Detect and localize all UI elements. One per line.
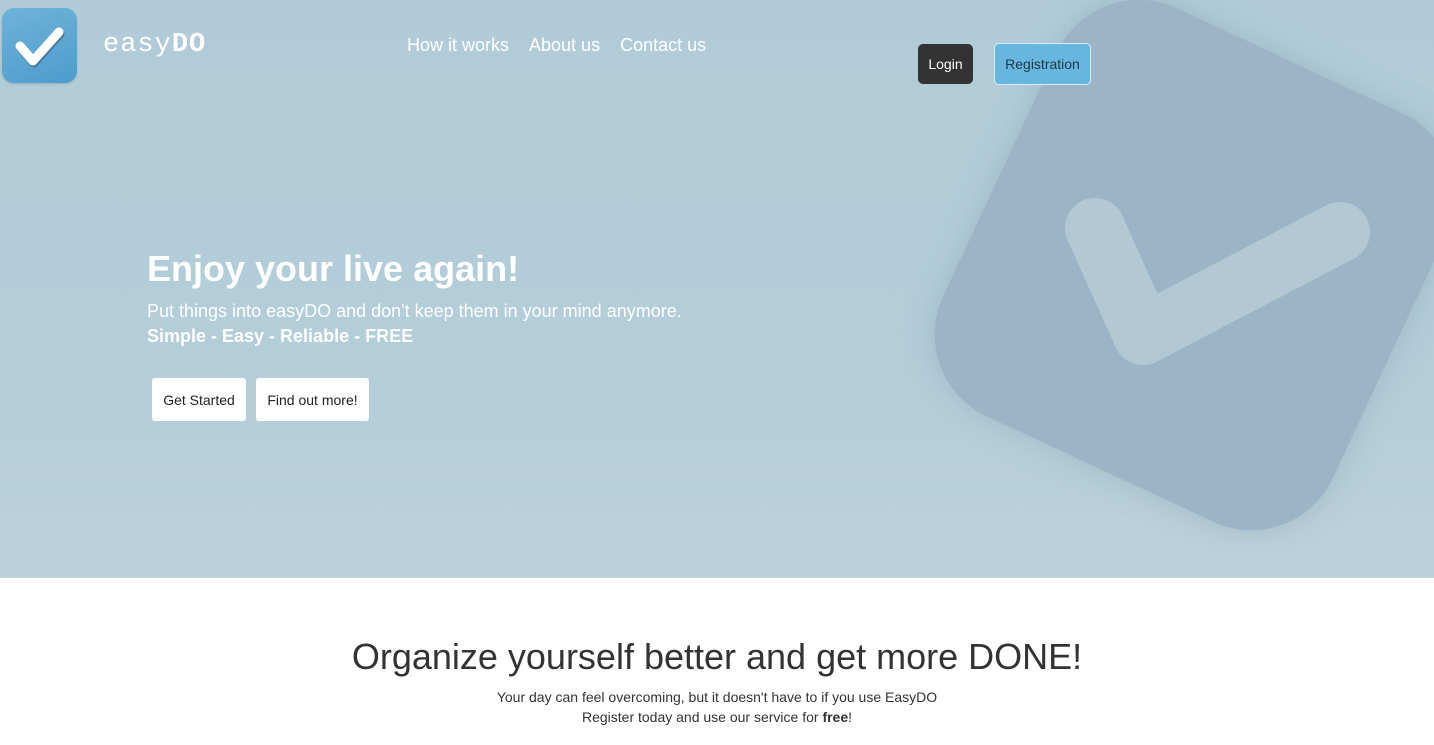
find-out-more-button[interactable]: Find out more! [256,378,369,421]
register-note-text: Register today and use our service for [581,709,823,725]
login-button[interactable]: Login [918,44,973,84]
main-nav: How it works About us Contact us [407,35,706,56]
section-title: Organize yourself better and get more DO… [351,636,1083,677]
brand-name[interactable]: easyDO [103,30,206,60]
section-register-note: Register today and use our service for f… [0,709,1434,725]
brand-name-bold: DO [171,30,207,60]
logo[interactable] [2,8,77,83]
hero-subtitle: Put things into easyDO and don't keep th… [147,301,682,321]
register-note-suffix: ! [848,709,853,725]
hero-title: Enjoy your live again! [147,248,520,289]
nav-how-it-works[interactable]: How it works [407,35,509,56]
nav-about-us[interactable]: About us [529,35,600,56]
hero-section: easyDO How it works About us Contact us … [0,0,1434,578]
section-description: Your day can feel overcoming, but it doe… [496,689,938,705]
registration-button[interactable]: Registration [994,43,1091,85]
brand-name-light: easy [103,30,172,60]
hero-tagline: Simple - Easy - Reliable - FREE [147,326,414,346]
register-note-free: free [822,709,849,725]
get-started-button[interactable]: Get Started [152,378,246,421]
nav-contact-us[interactable]: Contact us [620,35,706,56]
check-icon [15,27,65,68]
